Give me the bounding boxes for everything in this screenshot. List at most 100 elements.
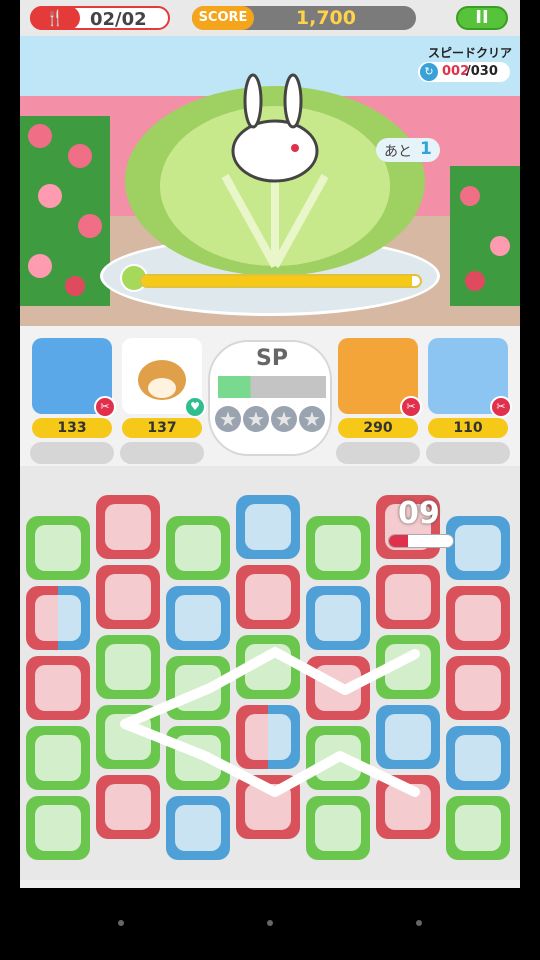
character-face-icon — [315, 595, 361, 641]
board-piece[interactable] — [306, 726, 370, 790]
board-piece[interactable] — [96, 775, 160, 839]
board-piece[interactable] — [96, 495, 160, 559]
character-face-icon — [105, 574, 151, 620]
battle-scene: スピードクリア ↻ 002 /030 あと 1 — [20, 36, 520, 326]
character-face-icon — [105, 504, 151, 550]
character-face-icon — [175, 595, 221, 641]
board-piece[interactable] — [446, 726, 510, 790]
scissors-icon: ✂ — [490, 396, 512, 418]
character-face-icon — [315, 735, 361, 781]
board-piece[interactable] — [96, 565, 160, 629]
board-piece[interactable] — [376, 565, 440, 629]
board-piece[interactable] — [236, 635, 300, 699]
pause-button[interactable]: II — [456, 6, 508, 30]
team-member-1[interactable]: ✂ 133 — [30, 338, 116, 464]
nav-back-dot[interactable] — [118, 920, 124, 926]
board-piece[interactable] — [166, 796, 230, 860]
boss-hp-fill — [142, 276, 412, 286]
lettuce-boss-icon — [125, 73, 425, 276]
board-piece[interactable] — [26, 796, 90, 860]
character-face-icon — [35, 665, 81, 711]
character-face-icon — [455, 735, 501, 781]
team-member-2[interactable]: ♥ 137 — [120, 338, 206, 464]
board-piece[interactable] — [236, 775, 300, 839]
board-piece[interactable] — [446, 586, 510, 650]
star-icon: ★ — [243, 406, 269, 432]
combo-timer-bar — [388, 534, 454, 548]
team-member-4[interactable]: ✂ 110 — [426, 338, 512, 464]
character-face-icon — [105, 644, 151, 690]
board-piece[interactable] — [26, 516, 90, 580]
board-piece[interactable] — [166, 516, 230, 580]
character-face-icon — [455, 805, 501, 851]
board-piece[interactable] — [26, 656, 90, 720]
member-skill-gauge — [426, 442, 510, 464]
character-face-icon — [385, 784, 431, 830]
character-face-icon — [455, 525, 501, 571]
member-attack: 110 — [428, 418, 508, 438]
board-piece[interactable] — [26, 726, 90, 790]
board-piece[interactable] — [306, 796, 370, 860]
refresh-icon: ↻ — [420, 63, 438, 81]
character-face-icon — [315, 805, 361, 851]
golden-pig-icon: ✂ — [338, 338, 422, 418]
character-face-icon — [455, 595, 501, 641]
character-face-icon — [105, 784, 151, 830]
character-face-icon — [105, 714, 151, 760]
character-face-icon — [35, 525, 81, 571]
team-member-3[interactable]: ✂ 290 — [336, 338, 422, 464]
board-piece[interactable] — [376, 775, 440, 839]
board-piece[interactable] — [306, 586, 370, 650]
member-attack: 137 — [122, 418, 202, 438]
scissors-icon: ✂ — [400, 396, 422, 418]
character-face-icon — [315, 665, 361, 711]
nav-recent-dot[interactable] — [416, 920, 422, 926]
board-piece[interactable] — [376, 635, 440, 699]
board-piece[interactable] — [236, 495, 300, 559]
board-piece[interactable] — [306, 656, 370, 720]
board-piece[interactable] — [446, 656, 510, 720]
turns-remaining: あと 1 — [376, 138, 440, 162]
top-bar: 🍴 02/02 SCORE 1,700 II — [20, 0, 520, 36]
character-face-icon — [385, 574, 431, 620]
board-piece[interactable] — [96, 705, 160, 769]
board-piece[interactable] — [446, 516, 510, 580]
board-piece[interactable] — [166, 726, 230, 790]
character-face-icon — [175, 525, 221, 571]
character-face-icon — [245, 574, 291, 620]
puzzle-board[interactable]: 09 — [20, 466, 520, 880]
character-face-icon — [175, 665, 221, 711]
scissors-icon: ✂ — [94, 396, 116, 418]
board-piece[interactable] — [376, 705, 440, 769]
board-piece[interactable] — [26, 586, 90, 650]
board-piece[interactable] — [166, 586, 230, 650]
fork-knife-icon: 🍴 — [30, 6, 80, 30]
blue-cat-icon: ✂ — [32, 338, 116, 418]
sp-bar — [218, 376, 326, 398]
board-piece[interactable] — [446, 796, 510, 860]
character-face-icon — [245, 714, 291, 760]
star-icon: ★ — [299, 406, 325, 432]
board-piece[interactable] — [306, 516, 370, 580]
speed-clear-title: スピードクリア — [427, 46, 512, 60]
character-face-icon — [245, 504, 291, 550]
nav-home-dot[interactable] — [267, 920, 273, 926]
board-piece[interactable] — [236, 565, 300, 629]
shiba-dog-icon: ♥ — [122, 338, 206, 418]
member-attack: 290 — [338, 418, 418, 438]
sp-gauge-panel[interactable]: SP ★ ★ ★ ★ — [208, 340, 332, 456]
member-skill-gauge — [120, 442, 204, 464]
sp-label: SP — [256, 346, 288, 371]
character-face-icon — [175, 805, 221, 851]
combo-counter: 09 — [398, 496, 440, 531]
character-face-icon — [35, 735, 81, 781]
character-face-icon — [35, 595, 81, 641]
board-piece[interactable] — [166, 656, 230, 720]
board-piece[interactable] — [236, 705, 300, 769]
combo-timer-fill — [389, 535, 409, 547]
light-blue-cat-icon: ✂ — [428, 338, 512, 418]
stage-counter: 🍴 02/02 — [30, 6, 170, 30]
turns-remaining-value: 1 — [420, 139, 432, 159]
flower-bush-left — [20, 116, 110, 306]
board-piece[interactable] — [96, 635, 160, 699]
